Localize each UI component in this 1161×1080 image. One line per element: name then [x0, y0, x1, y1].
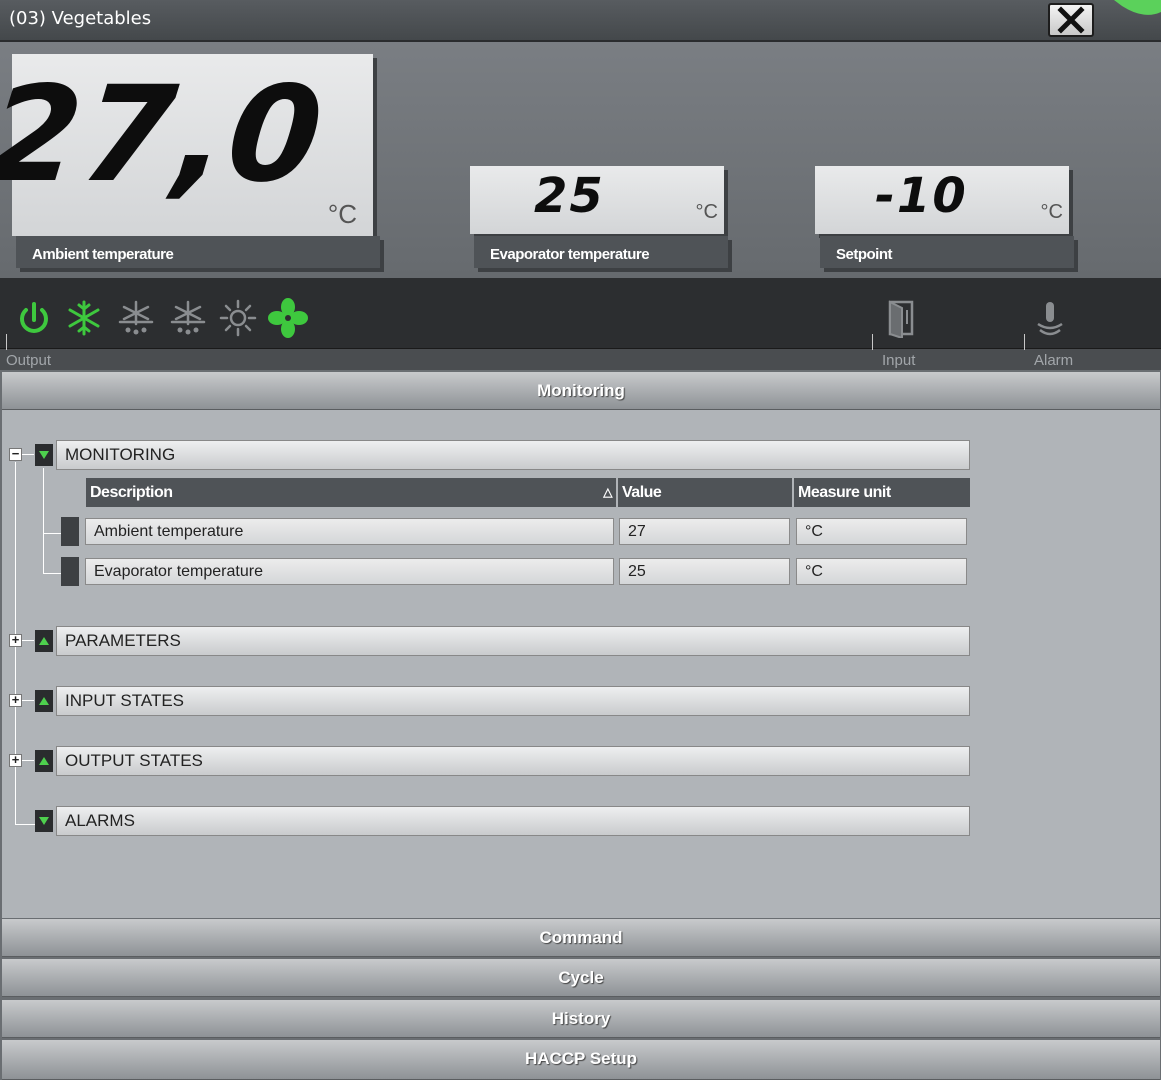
evaporator-temperature-unit: °C [695, 201, 718, 223]
defrost-icon [118, 300, 154, 335]
expand-toggle[interactable]: + [9, 753, 22, 767]
group-parameters[interactable]: PARAMETERS [56, 626, 970, 656]
table-cell-description: Ambient temperature [85, 518, 614, 545]
setpoint-value: -10 [875, 168, 968, 224]
triangle-down-icon [39, 817, 49, 825]
output-tick [6, 334, 7, 350]
triangle-up-icon [39, 637, 49, 645]
command-section-header[interactable]: Command [2, 919, 1160, 957]
triangle-down-icon [39, 451, 49, 459]
expand-arrow-button[interactable] [35, 444, 53, 466]
table-cell-description: Evaporator temperature [85, 558, 614, 585]
table-cell-unit: °C [796, 518, 967, 545]
setpoint-label: Setpoint [820, 236, 1074, 268]
group-output-states[interactable]: OUTPUT STATES [56, 746, 970, 776]
triangle-up-icon [39, 697, 49, 705]
history-section-header[interactable]: History [2, 1000, 1160, 1038]
row-selector[interactable] [61, 517, 79, 546]
alarm-label: Alarm [1034, 352, 1074, 369]
tree-line [22, 700, 34, 701]
evaporator-temperature-label: Evaporator temperature [474, 236, 728, 268]
ambient-temperature-value: 27,0 [0, 58, 332, 212]
fan-icon [268, 298, 308, 338]
tree-line [22, 760, 34, 761]
expand-arrow-button[interactable] [35, 810, 53, 832]
door-icon [888, 300, 914, 338]
tree-line [43, 573, 61, 574]
power-icon [20, 302, 48, 333]
expand-toggle[interactable]: + [9, 633, 22, 647]
tree-line [22, 640, 34, 641]
app-window: (03) Vegetables 27,0 °C Ambient temperat… [0, 0, 1161, 1080]
ambient-temperature-label: Ambient temperature [16, 236, 380, 268]
setpoint-unit: °C [1040, 201, 1063, 223]
setpoint-display: -10 °C [815, 166, 1069, 234]
alarm-tick [1024, 334, 1025, 350]
close-button[interactable] [1048, 3, 1094, 37]
table-cell-unit: °C [796, 558, 967, 585]
row-selector[interactable] [61, 557, 79, 586]
defrost-alt-icon [170, 300, 206, 335]
triangle-up-icon [39, 757, 49, 765]
evaporator-temperature-display: 25 °C [470, 166, 724, 234]
light-icon [219, 299, 257, 337]
column-header-measure-unit[interactable]: Measure unit [794, 478, 970, 507]
group-input-states[interactable]: INPUT STATES [56, 686, 970, 716]
close-icon [1057, 6, 1085, 34]
sort-ascending-icon: △ [603, 485, 612, 499]
corner-accent [1114, 0, 1161, 15]
haccp-setup-section-header[interactable]: HACCP Setup [2, 1040, 1160, 1080]
table-cell-value: 25 [619, 558, 790, 585]
monitoring-section-header[interactable]: Monitoring [2, 372, 1160, 410]
output-label: Output [6, 352, 52, 369]
input-label: Input [882, 352, 916, 369]
collapse-toggle[interactable]: − [9, 447, 22, 461]
expand-arrow-button[interactable] [35, 690, 53, 712]
input-tick [872, 334, 873, 350]
status-bar: Output Input Alarm [0, 278, 1161, 370]
column-header-description-label: Description [90, 484, 173, 501]
expand-arrow-button[interactable] [35, 750, 53, 772]
column-header-value[interactable]: Value [618, 478, 792, 507]
column-header-description[interactable]: Description △ [86, 478, 616, 507]
alarm-bell-icon [1037, 302, 1063, 336]
ambient-temperature-display: 27,0 °C [0, 54, 373, 236]
tree-line [43, 533, 61, 534]
expand-toggle[interactable]: + [9, 693, 22, 707]
status-label-strip [0, 348, 1161, 370]
group-alarms[interactable]: ALARMS [56, 806, 970, 836]
ambient-temperature-unit: °C [327, 199, 357, 229]
tree-line [22, 454, 34, 455]
expand-arrow-button[interactable] [35, 630, 53, 652]
title-bar: (03) Vegetables [0, 0, 1161, 42]
table-cell-value: 27 [619, 518, 790, 545]
tree-line [43, 468, 44, 574]
evaporator-temperature-value: 25 [534, 168, 605, 224]
window-title: (03) Vegetables [9, 8, 152, 29]
snowflake-icon [68, 300, 100, 336]
tree-line [15, 824, 37, 825]
group-monitoring[interactable]: MONITORING [56, 440, 970, 470]
display-panel: 27,0 °C Ambient temperature 25 °C Evapor… [0, 42, 1161, 278]
cycle-section-header[interactable]: Cycle [2, 959, 1160, 997]
